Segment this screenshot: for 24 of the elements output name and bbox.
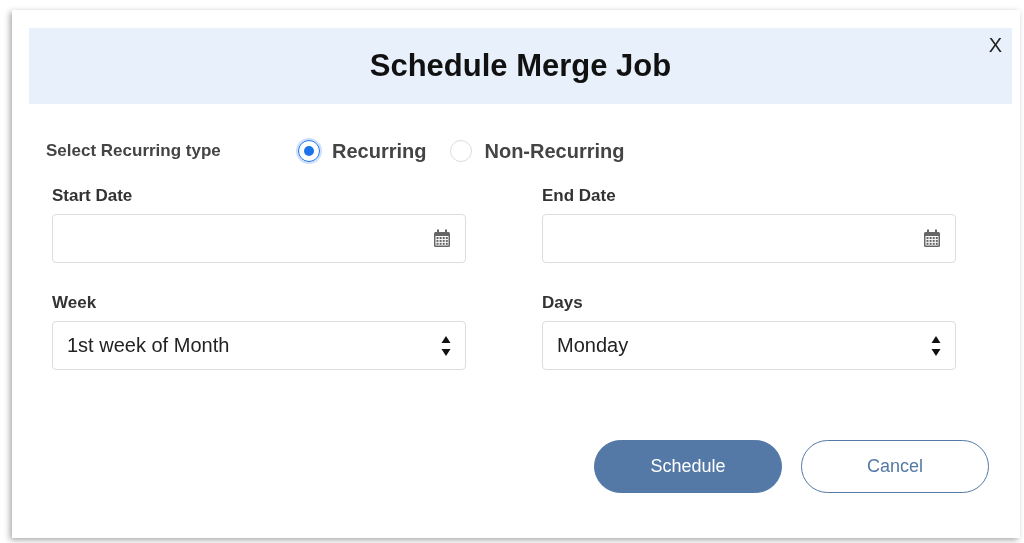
select-field[interactable]: 1st week of Month: [52, 321, 466, 370]
field-label: Start Date: [52, 186, 134, 206]
schedule-button[interactable]: Schedule: [594, 440, 782, 493]
cancel-button[interactable]: Cancel: [801, 440, 989, 493]
up-down-arrows-icon: [931, 334, 941, 357]
radio-label: Recurring: [332, 139, 427, 163]
date-field[interactable]: [542, 214, 956, 263]
close-button[interactable]: X: [986, 32, 1004, 59]
field-label: Days: [542, 293, 584, 313]
field-label: Week: [52, 293, 98, 313]
calendar-icon[interactable]: [923, 229, 941, 248]
radio-option[interactable]: Recurring: [298, 139, 427, 163]
select-value: 1st week of Month: [67, 334, 230, 357]
calendar-icon[interactable]: [433, 229, 451, 248]
select-field[interactable]: Monday: [542, 321, 956, 370]
up-down-arrows-icon: [441, 334, 451, 357]
radio-button[interactable]: [298, 140, 320, 162]
select-value: Monday: [557, 334, 629, 357]
field-label: End Date: [542, 186, 617, 206]
date-field[interactable]: [52, 214, 466, 263]
radio-label: Non-Recurring: [484, 139, 625, 163]
radio-option[interactable]: Non-Recurring: [450, 139, 625, 163]
dialog-title: Schedule Merge Job: [369, 48, 672, 84]
recurring-type-label: Select Recurring type: [46, 141, 222, 161]
